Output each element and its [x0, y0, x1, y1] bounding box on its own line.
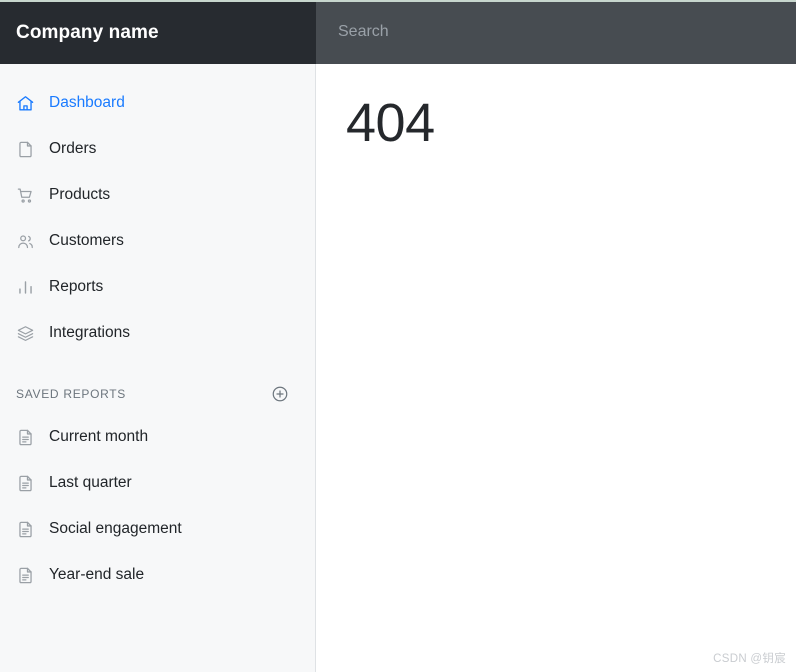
sidebar-item-customers[interactable]: Customers	[0, 218, 315, 264]
sidebar-item-orders[interactable]: Orders	[0, 126, 315, 172]
saved-reports-list: Current month Last quarter Social engage…	[0, 414, 315, 598]
document-icon	[16, 520, 35, 539]
primary-nav: Dashboard Orders Products Customers Repo…	[0, 80, 315, 356]
sidebar-item-label: Orders	[49, 140, 97, 158]
document-icon	[16, 566, 35, 585]
file-icon	[16, 140, 35, 159]
sidebar-item-label: Integrations	[49, 324, 130, 342]
main-content: 404 CSDN @钥宸	[316, 64, 796, 672]
sidebar: Dashboard Orders Products Customers Repo…	[0, 64, 316, 672]
saved-report-year-end-sale[interactable]: Year-end sale	[0, 552, 315, 598]
top-hairline	[0, 0, 796, 2]
saved-report-label: Last quarter	[49, 474, 132, 492]
saved-report-social-engagement[interactable]: Social engagement	[0, 506, 315, 552]
cart-icon	[16, 186, 35, 205]
saved-report-current-month[interactable]: Current month	[0, 414, 315, 460]
search-input[interactable]	[338, 23, 796, 41]
saved-report-label: Year-end sale	[49, 566, 145, 584]
sidebar-item-dashboard[interactable]: Dashboard	[0, 80, 315, 126]
top-bar: Company name	[0, 0, 796, 64]
sidebar-item-label: Dashboard	[49, 94, 125, 112]
app-root: Company name Dashboard	[0, 0, 796, 672]
layers-icon	[16, 324, 35, 343]
sidebar-item-label: Reports	[49, 278, 104, 296]
saved-report-last-quarter[interactable]: Last quarter	[0, 460, 315, 506]
sidebar-item-reports[interactable]: Reports	[0, 264, 315, 310]
saved-reports-title: Saved reports	[16, 387, 127, 401]
sidebar-item-products[interactable]: Products	[0, 172, 315, 218]
error-code-heading: 404	[346, 93, 435, 153]
saved-report-label: Social engagement	[49, 520, 182, 538]
saved-reports-header: Saved reports	[0, 374, 315, 414]
sidebar-item-label: Products	[49, 186, 111, 204]
add-report-button[interactable]	[271, 385, 289, 403]
saved-report-label: Current month	[49, 428, 149, 446]
document-icon	[16, 428, 35, 447]
bar-chart-icon	[16, 278, 35, 297]
users-icon	[16, 232, 35, 251]
home-icon	[16, 94, 35, 113]
brand-header: Company name	[0, 0, 316, 64]
watermark-text: CSDN @钥宸	[713, 653, 786, 665]
sidebar-item-label: Customers	[49, 232, 124, 250]
sidebar-item-integrations[interactable]: Integrations	[0, 310, 315, 356]
document-icon	[16, 474, 35, 493]
search-bar[interactable]	[316, 0, 796, 64]
company-name-title: Company name	[16, 21, 159, 43]
page-shell: Dashboard Orders Products Customers Repo…	[0, 64, 796, 672]
